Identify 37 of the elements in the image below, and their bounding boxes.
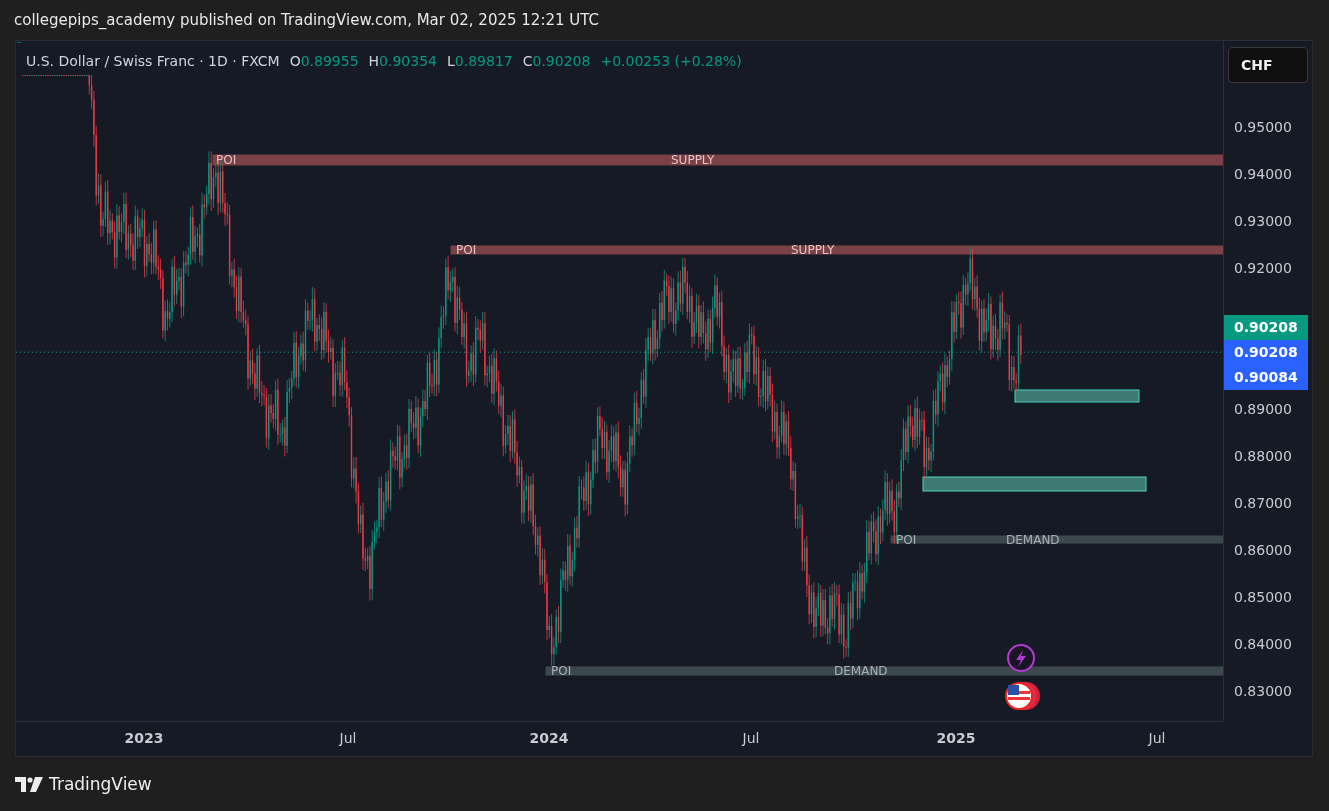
ohlc-value: H0.90354 [368, 53, 437, 69]
ohlc-value: O0.89955 [289, 53, 359, 69]
price-label: 0.92000 [1234, 259, 1292, 277]
price-change: +0.00253 (+0.28%) [600, 53, 742, 69]
time-label: 2023 [124, 730, 164, 746]
time-label: Jul [1148, 730, 1166, 746]
time-label: Jul [339, 730, 357, 746]
price-label: 0.89000 [1234, 400, 1292, 418]
zone-label: POI [456, 243, 477, 257]
zone-label: POI [551, 664, 572, 678]
ohlc-value: C0.90208 [522, 53, 591, 69]
price-label: 0.85000 [1234, 588, 1292, 606]
price-tag: 0.90208 [1224, 315, 1308, 340]
price-tag: 0.90208 [1224, 340, 1308, 365]
zone-label: POI [896, 532, 917, 547]
time-label: Jul [742, 730, 760, 746]
ohlc-value: L0.89817 [447, 53, 513, 69]
brand-name: TradingView [49, 774, 152, 794]
price-label: 0.84000 [1234, 635, 1292, 653]
publish-info: collegepips_academy published on TradingView.com, Mar 02, 2025 12:21 UTC [14, 11, 600, 29]
price-tag: 0.90084 [1224, 365, 1308, 390]
time-label: 2025 [936, 730, 976, 746]
price-label: 0.83000 [1234, 682, 1292, 700]
price-label: 0.88000 [1234, 447, 1292, 465]
price-label: 0.94000 [1234, 165, 1292, 183]
zone-label: POI [216, 153, 237, 167]
price-label: 0.95000 [1234, 118, 1292, 136]
price-label: 0.86000 [1234, 541, 1292, 559]
price-label: 0.87000 [1234, 494, 1292, 512]
price-label: 0.93000 [1234, 212, 1292, 230]
currency-button[interactable]: CHF [1228, 47, 1308, 83]
zone-label: SUPPLY [671, 153, 715, 167]
symbol-title: U.S. Dollar / Swiss Franc · 1D · FXCM [26, 53, 280, 69]
zone-label: DEMAND [834, 664, 888, 678]
zone-label: DEMAND [1006, 532, 1060, 547]
zone-label: SUPPLY [791, 243, 835, 257]
time-label: 2024 [529, 730, 569, 746]
